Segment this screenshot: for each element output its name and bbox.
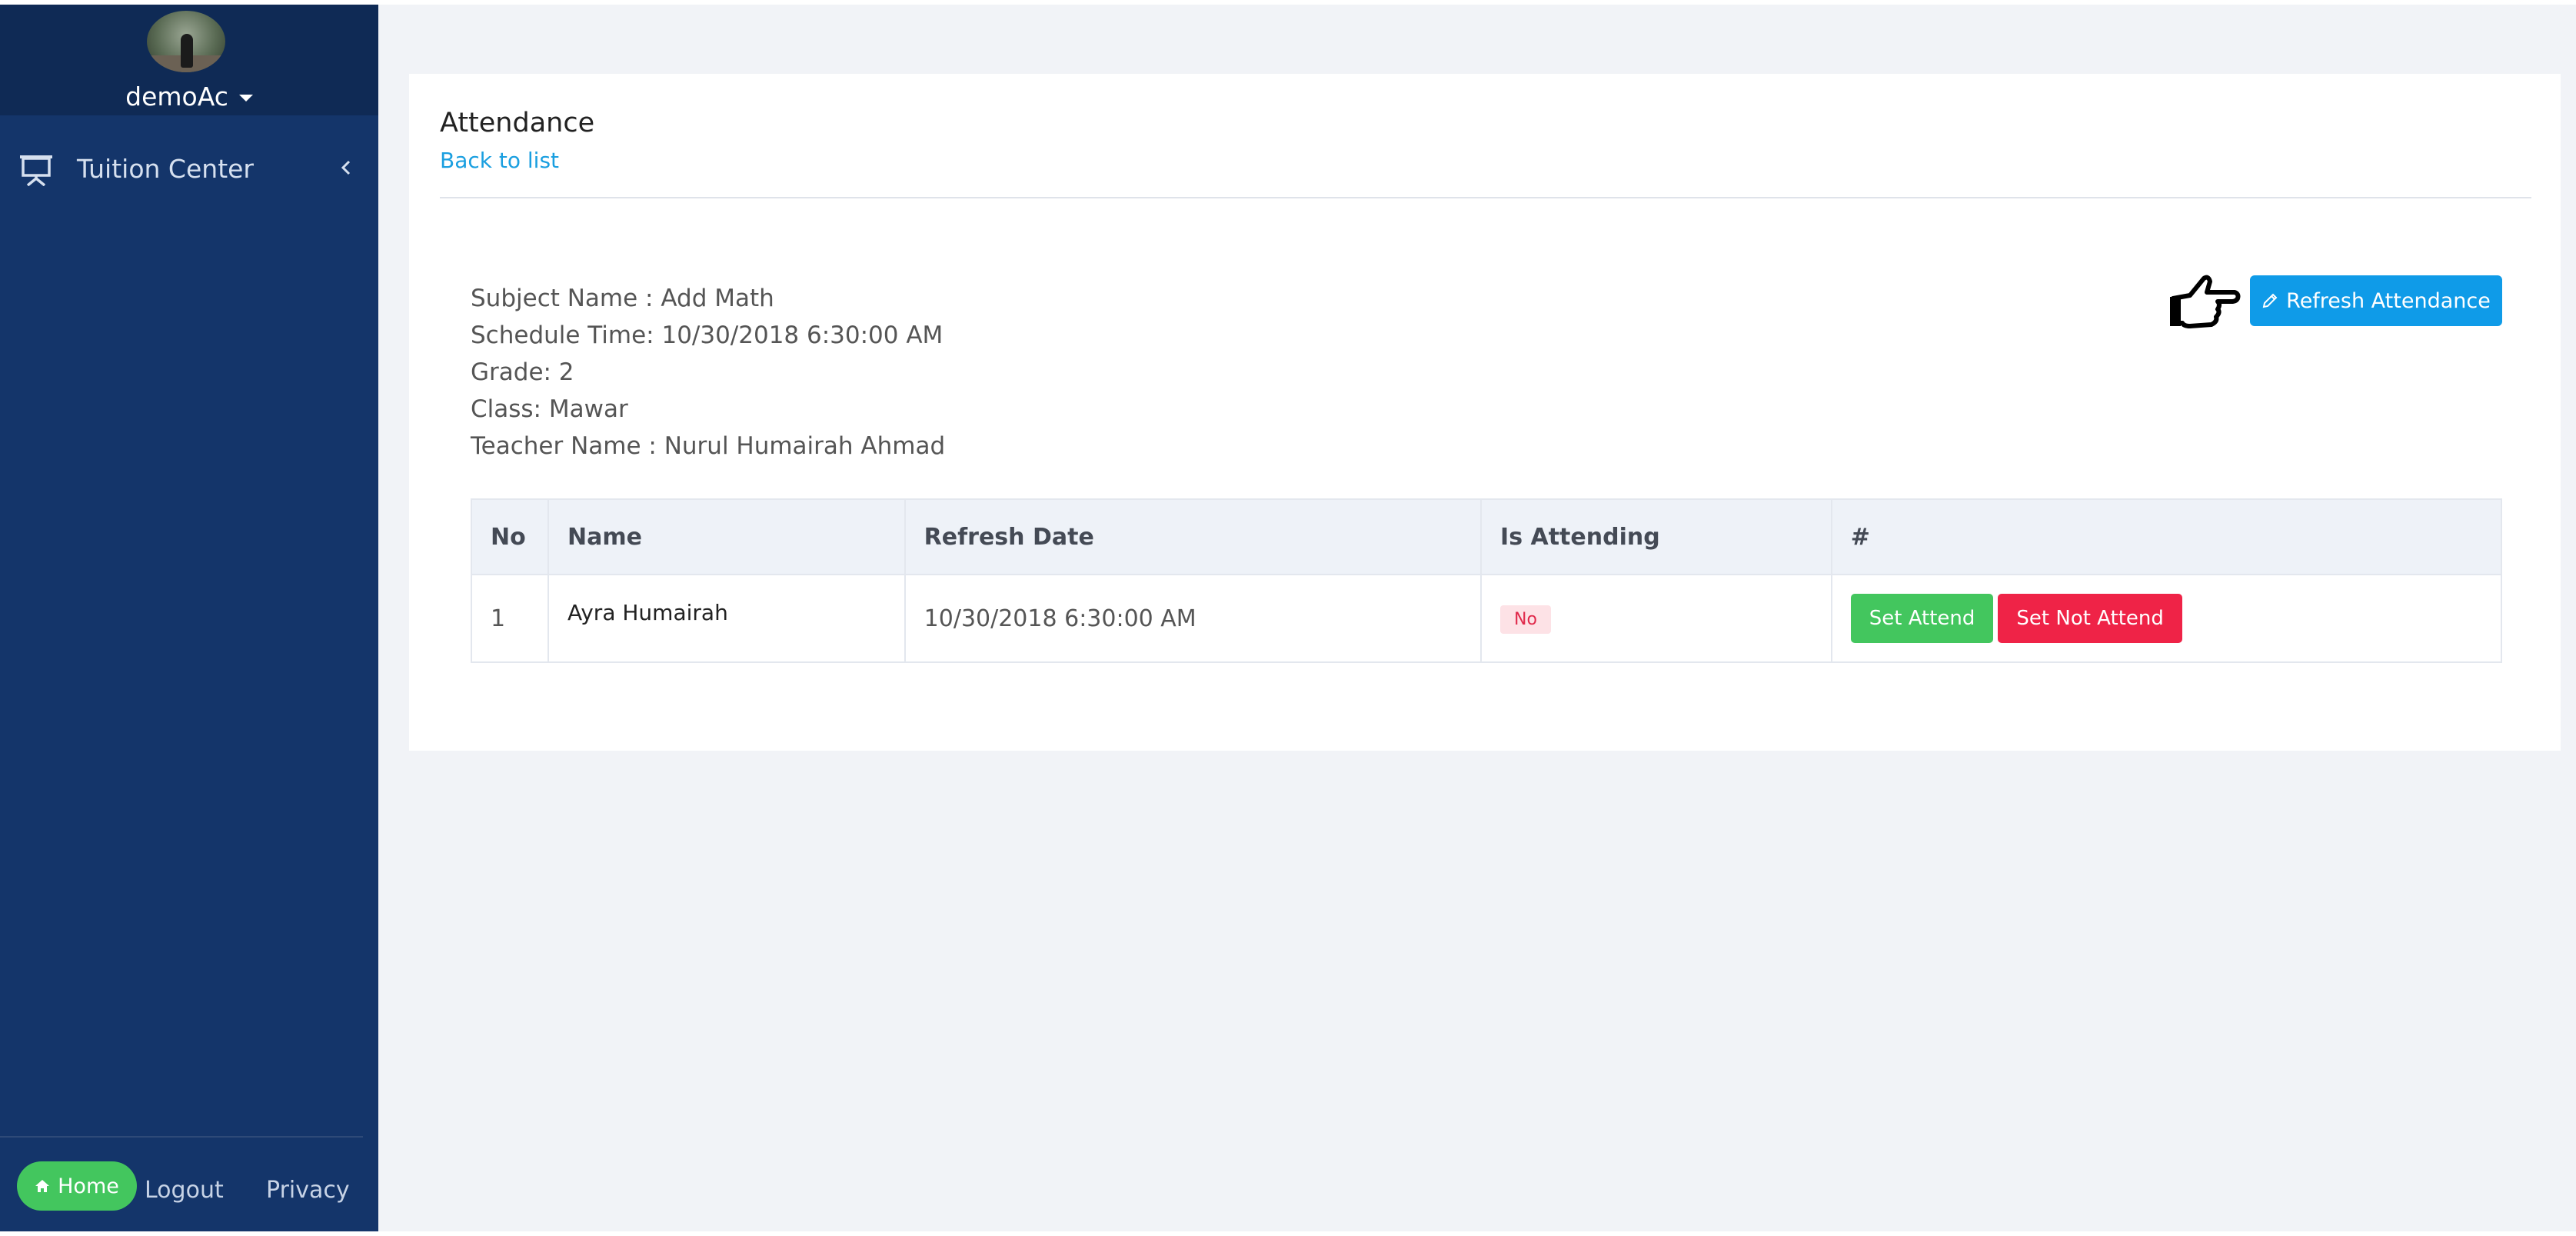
user-name: demoAc (125, 82, 228, 112)
subject-name: Subject Name : Add Math (471, 285, 774, 312)
home-button-label: Home (58, 1174, 119, 1198)
sidebar-divider (0, 1136, 363, 1138)
table-header-row: No Name Refresh Date Is Attending # (471, 498, 2503, 575)
grade: Grade: 2 (471, 358, 574, 386)
schedule-time: Schedule Time: 10/30/2018 6:30:00 AM (471, 321, 944, 349)
row-refresh-date: 10/30/2018 6:30:00 AM (904, 574, 1483, 663)
refresh-attendance-label: Refresh Attendance (2286, 288, 2491, 313)
caret-down-icon (238, 95, 253, 102)
row-actions: Set Attend Set Not Attend (1830, 574, 2503, 663)
sidebar-item-label: Tuition Center (77, 154, 255, 184)
home-button[interactable]: Home (17, 1161, 137, 1211)
attendance-card: Attendance Back to list Subject Name : A… (409, 74, 2561, 751)
column-header-actions: # (1830, 498, 2503, 575)
main-content: Attendance Back to list Subject Name : A… (378, 5, 2576, 1231)
schedule-details: Subject Name : Add Math Schedule Time: 1… (471, 280, 945, 465)
avatar[interactable] (147, 11, 225, 72)
teacher-name: Teacher Name : Nurul Humairah Ahmad (471, 432, 946, 460)
set-attend-button[interactable]: Set Attend (1850, 594, 1994, 643)
sidebar-item-tuition-center[interactable]: Tuition Center (0, 135, 378, 197)
user-menu-toggle[interactable]: demoAc (0, 82, 378, 112)
chevron-left-icon[interactable] (338, 158, 354, 177)
privacy-link[interactable]: Privacy (266, 1177, 350, 1204)
row-is-attending: No (1480, 574, 1832, 663)
divider (440, 197, 2531, 198)
sidebar-user-panel: demoAc (0, 5, 378, 115)
pencil-icon (2262, 293, 2278, 308)
logout-link[interactable]: Logout (145, 1177, 224, 1204)
attendance-table: No Name Refresh Date Is Attending # 1 Ay… (471, 498, 2503, 663)
column-header-is-attending: Is Attending (1480, 498, 1832, 575)
class-name: Class: Mawar (471, 395, 628, 423)
row-no: 1 (471, 574, 549, 663)
sidebar: demoAc Tuition Center Home Logout Privac… (0, 5, 378, 1231)
status-badge: No (1500, 605, 1551, 634)
column-header-no: No (471, 498, 549, 575)
column-header-name: Name (547, 498, 906, 575)
presentation-board-icon (20, 155, 52, 186)
column-header-refresh-date: Refresh Date (904, 498, 1483, 575)
set-not-attend-button[interactable]: Set Not Attend (1998, 594, 2182, 643)
hand-pointing-right-icon (2170, 275, 2241, 328)
row-student-name: Ayra Humairah (547, 574, 906, 663)
back-to-list-link[interactable]: Back to list (440, 148, 559, 173)
page-title: Attendance (440, 108, 595, 138)
home-icon (35, 1180, 50, 1192)
refresh-attendance-button[interactable]: Refresh Attendance (2250, 275, 2502, 326)
table-row: 1 Ayra Humairah 10/30/2018 6:30:00 AM No… (471, 574, 2503, 663)
